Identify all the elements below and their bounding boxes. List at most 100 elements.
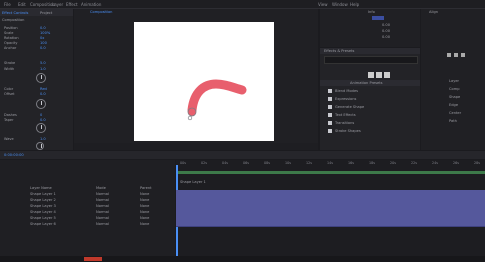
menu-layer[interactable]: Layer xyxy=(52,2,63,7)
work-area-label: Shape Layer 1 xyxy=(180,180,206,184)
align-panel: Align Layer Comp Shape Edge Center Path xyxy=(421,9,485,150)
prop-value[interactable]: 0 xyxy=(40,113,42,117)
layer-parent[interactable]: None xyxy=(140,222,149,226)
tab-project[interactable]: Project xyxy=(40,11,52,15)
ruler-tick: 20s xyxy=(390,161,396,165)
prop-name: Stroke xyxy=(4,61,16,65)
layer-name[interactable]: Shape Layer 2 xyxy=(30,198,56,202)
layer-name[interactable]: Shape Layer 3 xyxy=(30,204,56,208)
preset-item[interactable]: Text Effects xyxy=(335,113,356,117)
viewer-tab[interactable]: Composition xyxy=(90,10,112,14)
timeline-tabs: 0:00:00:00 xyxy=(0,151,485,159)
info-value: 0.00 xyxy=(382,29,391,33)
layer-mode[interactable]: Normal xyxy=(96,222,109,226)
align-item[interactable]: Shape xyxy=(449,95,460,99)
preset-item[interactable]: Expressions xyxy=(335,97,356,101)
ruler-tick: 02s xyxy=(201,161,207,165)
menu-effect[interactable]: Effect xyxy=(66,2,78,7)
align-item[interactable]: Layer xyxy=(449,79,459,83)
ruler-tick: 24s xyxy=(432,161,438,165)
panel-title: Effects & Presets xyxy=(324,49,355,53)
prop-name: Dashes xyxy=(4,113,17,117)
canvas[interactable] xyxy=(134,22,274,141)
layer-name[interactable]: Shape Layer 6 xyxy=(30,222,56,226)
prop-value[interactable]: 5.0 xyxy=(40,61,46,65)
angle-dial-icon[interactable] xyxy=(36,73,46,83)
ruler-tick: 22s xyxy=(411,161,417,165)
menu-edit[interactable]: Edit xyxy=(18,2,26,7)
prop-value[interactable]: 100% xyxy=(40,31,50,35)
layer-parent[interactable]: None xyxy=(140,216,149,220)
prop-value[interactable]: 0x xyxy=(40,36,44,40)
section-label: Animation Presets xyxy=(350,81,383,85)
layer-track[interactable] xyxy=(176,220,485,227)
loop-icon[interactable] xyxy=(461,53,465,57)
layer-mode[interactable]: Normal xyxy=(96,192,109,196)
layer-name[interactable]: Shape Layer 1 xyxy=(30,192,56,196)
angle-dial-icon[interactable] xyxy=(36,142,44,150)
menu-view[interactable]: View xyxy=(318,2,328,7)
prop-name: Scale xyxy=(4,31,14,35)
tab-effect-controls[interactable]: Effect Controls xyxy=(2,11,28,15)
play-icon[interactable] xyxy=(447,53,451,57)
angle-dial-icon[interactable] xyxy=(36,99,46,109)
prop-value[interactable]: 0.0 xyxy=(40,26,46,30)
preset-item-icon xyxy=(328,129,332,133)
align-title: Align xyxy=(429,10,439,14)
preset-item[interactable]: Transitions xyxy=(335,121,354,125)
prop-name: Offset xyxy=(4,92,15,96)
layer-list: Layer Name Mode Parent Shape Layer 1 Nor… xyxy=(0,160,175,262)
layer-mode[interactable]: Normal xyxy=(96,210,109,214)
preset-item[interactable]: Blend Modes xyxy=(335,89,358,93)
ruler-tick: 06s xyxy=(243,161,249,165)
menu-help[interactable]: Help xyxy=(350,2,359,7)
prop-value[interactable]: 0.0 xyxy=(40,46,46,50)
playback-controls xyxy=(447,53,477,58)
viewer-toolbar xyxy=(74,143,318,150)
menu-file[interactable]: File xyxy=(4,2,11,7)
align-item[interactable]: Path xyxy=(449,119,457,123)
stroke-shape-icon[interactable] xyxy=(134,22,274,141)
layer-mode[interactable]: Normal xyxy=(96,198,109,202)
layer-name[interactable]: Shape Layer 4 xyxy=(30,210,56,214)
prop-value[interactable]: 0.0 xyxy=(40,92,46,96)
layer-name[interactable]: Shape Layer 5 xyxy=(30,216,56,220)
angle-dial-icon[interactable] xyxy=(36,123,46,133)
ruler-tick: 26s xyxy=(453,161,459,165)
preset-icon[interactable] xyxy=(384,72,390,78)
search-input[interactable] xyxy=(324,56,418,64)
next-icon[interactable] xyxy=(454,53,458,57)
prop-name: Taper xyxy=(4,118,14,122)
preset-item[interactable]: Generate Shape xyxy=(335,105,364,109)
prop-name: Color xyxy=(4,87,14,91)
timeline-time[interactable]: 0:00:00:00 xyxy=(4,153,24,157)
ruler-tick: 04s xyxy=(222,161,228,165)
layer-parent[interactable]: None xyxy=(140,198,149,202)
prop-value[interactable]: 0.0 xyxy=(40,118,46,122)
ruler-tick: 18s xyxy=(369,161,375,165)
align-item[interactable]: Center xyxy=(449,111,461,115)
comp-label: Composition xyxy=(2,18,25,22)
layer-mode[interactable]: Normal xyxy=(96,204,109,208)
ruler-tick: 12s xyxy=(306,161,312,165)
layer-mode[interactable]: Normal xyxy=(96,216,109,220)
prop-value[interactable]: 100 xyxy=(40,41,47,45)
prop-value[interactable]: 1.0 xyxy=(40,137,46,141)
align-item[interactable]: Edge xyxy=(449,103,458,107)
ruler-tick: 00s xyxy=(180,161,186,165)
preset-icon[interactable] xyxy=(376,72,382,78)
prop-value[interactable]: 1.0 xyxy=(40,67,46,71)
preset-item-icon xyxy=(328,89,332,93)
prop-value[interactable]: Red xyxy=(40,87,47,91)
work-area-bar[interactable] xyxy=(176,171,485,174)
menu-animation[interactable]: Animation xyxy=(81,2,101,7)
layer-parent[interactable]: None xyxy=(140,210,149,214)
align-item[interactable]: Comp xyxy=(449,87,460,91)
layer-parent[interactable]: None xyxy=(140,192,149,196)
effects-presets-panel: Effects & Presets Animation Presets Blen… xyxy=(320,48,420,150)
menu-window[interactable]: Window xyxy=(332,2,348,7)
layer-parent[interactable]: None xyxy=(140,204,149,208)
preset-icon[interactable] xyxy=(368,72,374,78)
preset-item[interactable]: Stroke Shapes xyxy=(335,129,361,133)
preset-item-icon xyxy=(328,113,332,117)
